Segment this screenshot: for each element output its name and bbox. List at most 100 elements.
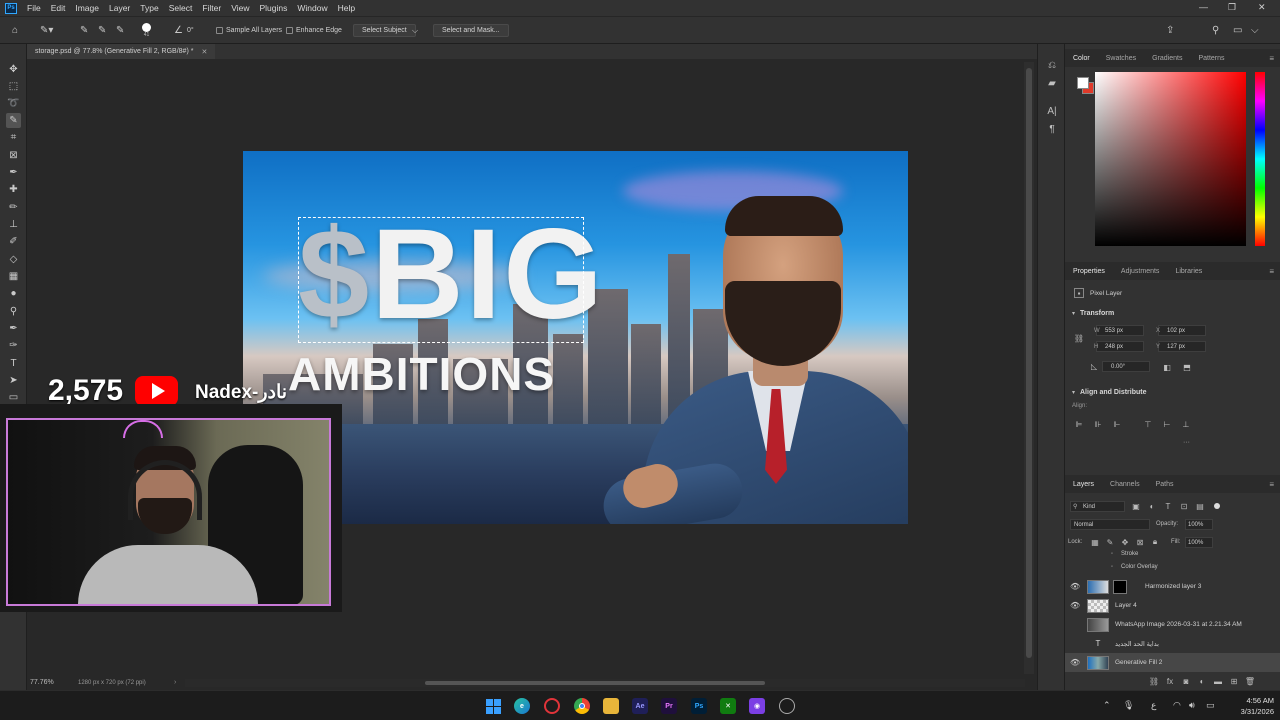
blend-mode-select[interactable]: Normal [1070,519,1150,530]
tab-color[interactable]: Color [1065,55,1098,62]
after-effects-icon[interactable]: Ae [632,698,648,714]
obs-or-app-icon[interactable]: ◉ [749,698,765,714]
collapse-icon[interactable]: ▾ [1072,389,1075,396]
quick-selection-preset-icon[interactable]: ✎▾ [40,25,53,36]
minimize-icon[interactable]: — [1199,2,1208,12]
layer-row-text[interactable]: T بداية الحد الجديد [1065,634,1280,653]
status-expand-icon[interactable]: › [174,679,176,686]
menu-plugins[interactable]: Plugins [254,3,292,13]
layer-row-whatsapp-image[interactable]: WhatsApp Image 2026-03-31 at 2.21.34 AM [1065,615,1280,634]
brush-tool-icon[interactable]: ✏ [6,200,21,215]
menu-view[interactable]: View [226,3,254,13]
visibility-eye-icon[interactable]: 👁︎ [1070,658,1080,667]
lock-all-icon[interactable]: 🔒︎ [1150,537,1160,547]
tab-gradients[interactable]: Gradients [1144,55,1190,62]
tab-patterns[interactable]: Patterns [1190,55,1232,62]
frame-tool-icon[interactable]: ⊠ [6,148,21,163]
menu-type[interactable]: Type [135,3,163,13]
wifi-icon[interactable]: ◠ [1173,700,1181,711]
crop-tool-icon[interactable]: ⌗ [6,130,21,145]
select-subject-dropdown-icon[interactable]: ⌵ [412,26,418,36]
new-layer-icon[interactable]: ⊞ [1229,676,1239,686]
rectangle-tool-icon[interactable]: ▭ [6,390,21,405]
document-tab[interactable]: storage.psd @ 77.8% (Generative Fill 2, … [27,44,216,59]
tab-properties[interactable]: Properties [1065,268,1113,275]
healing-brush-tool-icon[interactable]: ✚ [6,182,21,197]
lock-pixels-icon[interactable]: ✎ [1105,537,1115,547]
tab-channels[interactable]: Channels [1102,481,1148,488]
photoshop-taskbar-icon[interactable]: Ps [691,698,707,714]
subtract-selection-icon[interactable]: ✎ [116,25,124,36]
history-brush-tool-icon[interactable]: ✐ [6,234,21,249]
microphone-icon[interactable]: 🎙︎ [1123,700,1134,711]
foreground-color-swatch-top[interactable] [1077,77,1089,89]
layer-row-harmonized[interactable]: 👁︎ Harmonized layer 3 [1065,577,1280,596]
link-dimensions-icon[interactable]: ⛓ [1074,333,1084,343]
align-center-h-icon[interactable]: ⊪ [1093,419,1103,429]
streaming-app-icon[interactable] [779,698,795,714]
align-left-icon[interactable]: ⊫ [1074,419,1084,429]
lasso-tool-icon[interactable]: ➰ [6,96,21,111]
visibility-eye-icon[interactable]: 👁︎ [1070,601,1080,610]
filter-type-icon[interactable]: T [1163,501,1173,511]
artwork-canvas[interactable]: $BIG AMBITIONS [243,151,908,524]
opera-browser-icon[interactable] [544,698,560,714]
path-selection-tool-icon[interactable]: ➤ [6,373,21,388]
height-field[interactable]: H 248 px [1094,341,1144,352]
tab-libraries[interactable]: Libraries [1167,268,1210,275]
vertical-scrollbar[interactable] [1024,62,1034,674]
sample-all-layers-checkbox[interactable] [216,27,223,34]
select-subject-button[interactable]: Select Subject [353,24,416,37]
battery-icon[interactable]: ▭ [1206,700,1215,711]
align-top-icon[interactable]: ⊤ [1143,419,1153,429]
type-tool-icon[interactable]: T [6,356,21,371]
dodge-tool-icon[interactable]: ⚲ [6,304,21,319]
restore-icon[interactable]: ❐ [1228,2,1236,13]
close-icon[interactable]: ✕ [1258,2,1266,13]
input-language[interactable]: ع [1151,700,1156,711]
zoom-level[interactable]: 77.76% [30,679,54,686]
add-mask-icon[interactable]: ◙ [1181,676,1191,686]
menu-file[interactable]: File [22,3,46,13]
select-and-mask-button[interactable]: Select and Mask... [433,24,509,37]
lock-position-icon[interactable]: ✥ [1120,537,1130,547]
system-clock[interactable]: 4:56 AM 3/31/2026 [1222,695,1274,717]
hue-slider[interactable] [1255,72,1265,246]
pen-tool-icon[interactable]: ✒ [6,321,21,336]
lock-artboard-icon[interactable]: ⊠ [1135,537,1145,547]
character-icon[interactable]: A| [1045,104,1059,118]
angle-value[interactable]: 0° [187,27,194,34]
workspace-dropdown-icon[interactable]: ⌵ [1251,25,1259,36]
new-group-icon[interactable]: ▬ [1213,676,1223,686]
blur-tool-icon[interactable]: ● [6,286,21,301]
menu-edit[interactable]: Edit [46,3,71,13]
layer-filter-kind[interactable]: ⚲ Kind [1070,501,1125,512]
home-icon[interactable]: ⌂ [12,25,18,36]
fill-field[interactable]: 100% [1185,537,1213,548]
comments-icon[interactable]: ▰ [1045,76,1059,90]
pen-tool-2-icon[interactable]: ✑ [6,338,21,353]
panel-menu-icon[interactable]: ≡ [1269,267,1274,276]
menu-image[interactable]: Image [70,3,104,13]
search-icon[interactable]: ⚲ [1212,25,1219,36]
history-icon[interactable]: ⎌ [1045,58,1059,72]
xbox-icon[interactable]: ✕ [720,698,736,714]
filter-smart-object-icon[interactable]: ▤ [1195,501,1205,511]
filter-adjustment-icon[interactable]: ◐ [1147,501,1157,511]
layer-effect-stroke[interactable]: ◦ Stroke [1065,551,1280,563]
move-tool-icon[interactable]: ✥ [6,62,21,77]
clone-stamp-tool-icon[interactable]: ⊥ [6,217,21,232]
workspace-icon[interactable]: ▭ [1233,25,1242,36]
vertical-scroll-thumb[interactable] [1026,68,1032,658]
layer-row-generative-fill-2[interactable]: 👁︎ Generative Fill 2 [1065,653,1280,672]
lock-transparent-icon[interactable]: ▦ [1090,537,1100,547]
enhance-edge-checkbox[interactable] [286,27,293,34]
windows-start-icon[interactable] [485,698,501,714]
eyedropper-tool-icon[interactable]: ✒ [6,165,21,180]
panel-menu-icon[interactable]: ≡ [1269,54,1274,63]
edge-browser-icon[interactable]: e [514,698,530,714]
delete-layer-icon[interactable]: 🗑︎ [1245,676,1255,686]
tab-paths[interactable]: Paths [1148,481,1182,488]
layer-row-layer-4[interactable]: 👁︎ Layer 4 [1065,596,1280,615]
collapse-icon[interactable]: ▾ [1072,310,1075,317]
